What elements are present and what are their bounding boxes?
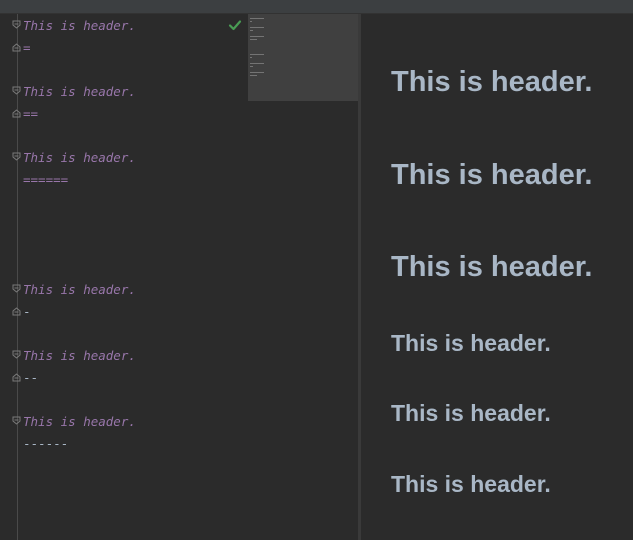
markdown-preview: This is header. This is header. This is … bbox=[361, 14, 633, 540]
preview-heading-h1: This is header. bbox=[391, 251, 593, 283]
header-line[interactable]: This is header. bbox=[23, 84, 136, 100]
fold-end-icon[interactable] bbox=[12, 109, 21, 118]
underline-line[interactable]: == bbox=[23, 106, 38, 122]
header-line[interactable]: This is header. bbox=[23, 150, 136, 166]
underline-line[interactable]: -- bbox=[23, 370, 38, 386]
checkmark-icon[interactable] bbox=[228, 18, 242, 32]
underline-line[interactable]: = bbox=[23, 40, 31, 56]
minimap-line bbox=[250, 75, 257, 76]
minimap[interactable] bbox=[248, 14, 358, 101]
preview-heading-h2: This is header. bbox=[391, 330, 551, 356]
fold-marker-icon[interactable] bbox=[12, 152, 21, 161]
minimap-line bbox=[250, 63, 264, 64]
minimap-line bbox=[250, 30, 253, 31]
minimap-line bbox=[250, 57, 252, 58]
header-line[interactable]: This is header. bbox=[23, 348, 136, 364]
minimap-line bbox=[250, 21, 252, 22]
header-line[interactable]: This is header. bbox=[23, 282, 136, 298]
fold-marker-icon[interactable] bbox=[12, 20, 21, 29]
preview-heading-h2: This is header. bbox=[391, 400, 551, 426]
minimap-line bbox=[250, 36, 264, 37]
minimap-line bbox=[250, 66, 253, 67]
fold-end-icon[interactable] bbox=[12, 307, 21, 316]
fold-marker-icon[interactable] bbox=[12, 86, 21, 95]
header-line[interactable]: This is header. bbox=[23, 414, 136, 430]
minimap-line bbox=[250, 54, 264, 55]
fold-marker-icon[interactable] bbox=[12, 350, 21, 359]
top-toolbar bbox=[0, 0, 633, 14]
underline-line[interactable]: ------ bbox=[23, 436, 68, 452]
preview-heading-h1: This is header. bbox=[391, 159, 593, 191]
fold-end-icon[interactable] bbox=[12, 43, 21, 52]
minimap-line bbox=[250, 27, 264, 28]
preview-heading-h2: This is header. bbox=[391, 471, 551, 497]
markdown-editor[interactable]: This is header. = This is header. == Thi… bbox=[0, 14, 358, 540]
minimap-line bbox=[250, 39, 257, 40]
fold-marker-icon[interactable] bbox=[12, 284, 21, 293]
fold-end-icon[interactable] bbox=[12, 373, 21, 382]
fold-marker-icon[interactable] bbox=[12, 416, 21, 425]
minimap-line bbox=[250, 18, 264, 19]
underline-line[interactable]: ====== bbox=[23, 172, 68, 188]
underline-line[interactable]: - bbox=[23, 304, 31, 320]
preview-heading-h1: This is header. bbox=[391, 66, 593, 98]
minimap-line bbox=[250, 72, 264, 73]
header-line[interactable]: This is header. bbox=[23, 18, 136, 34]
